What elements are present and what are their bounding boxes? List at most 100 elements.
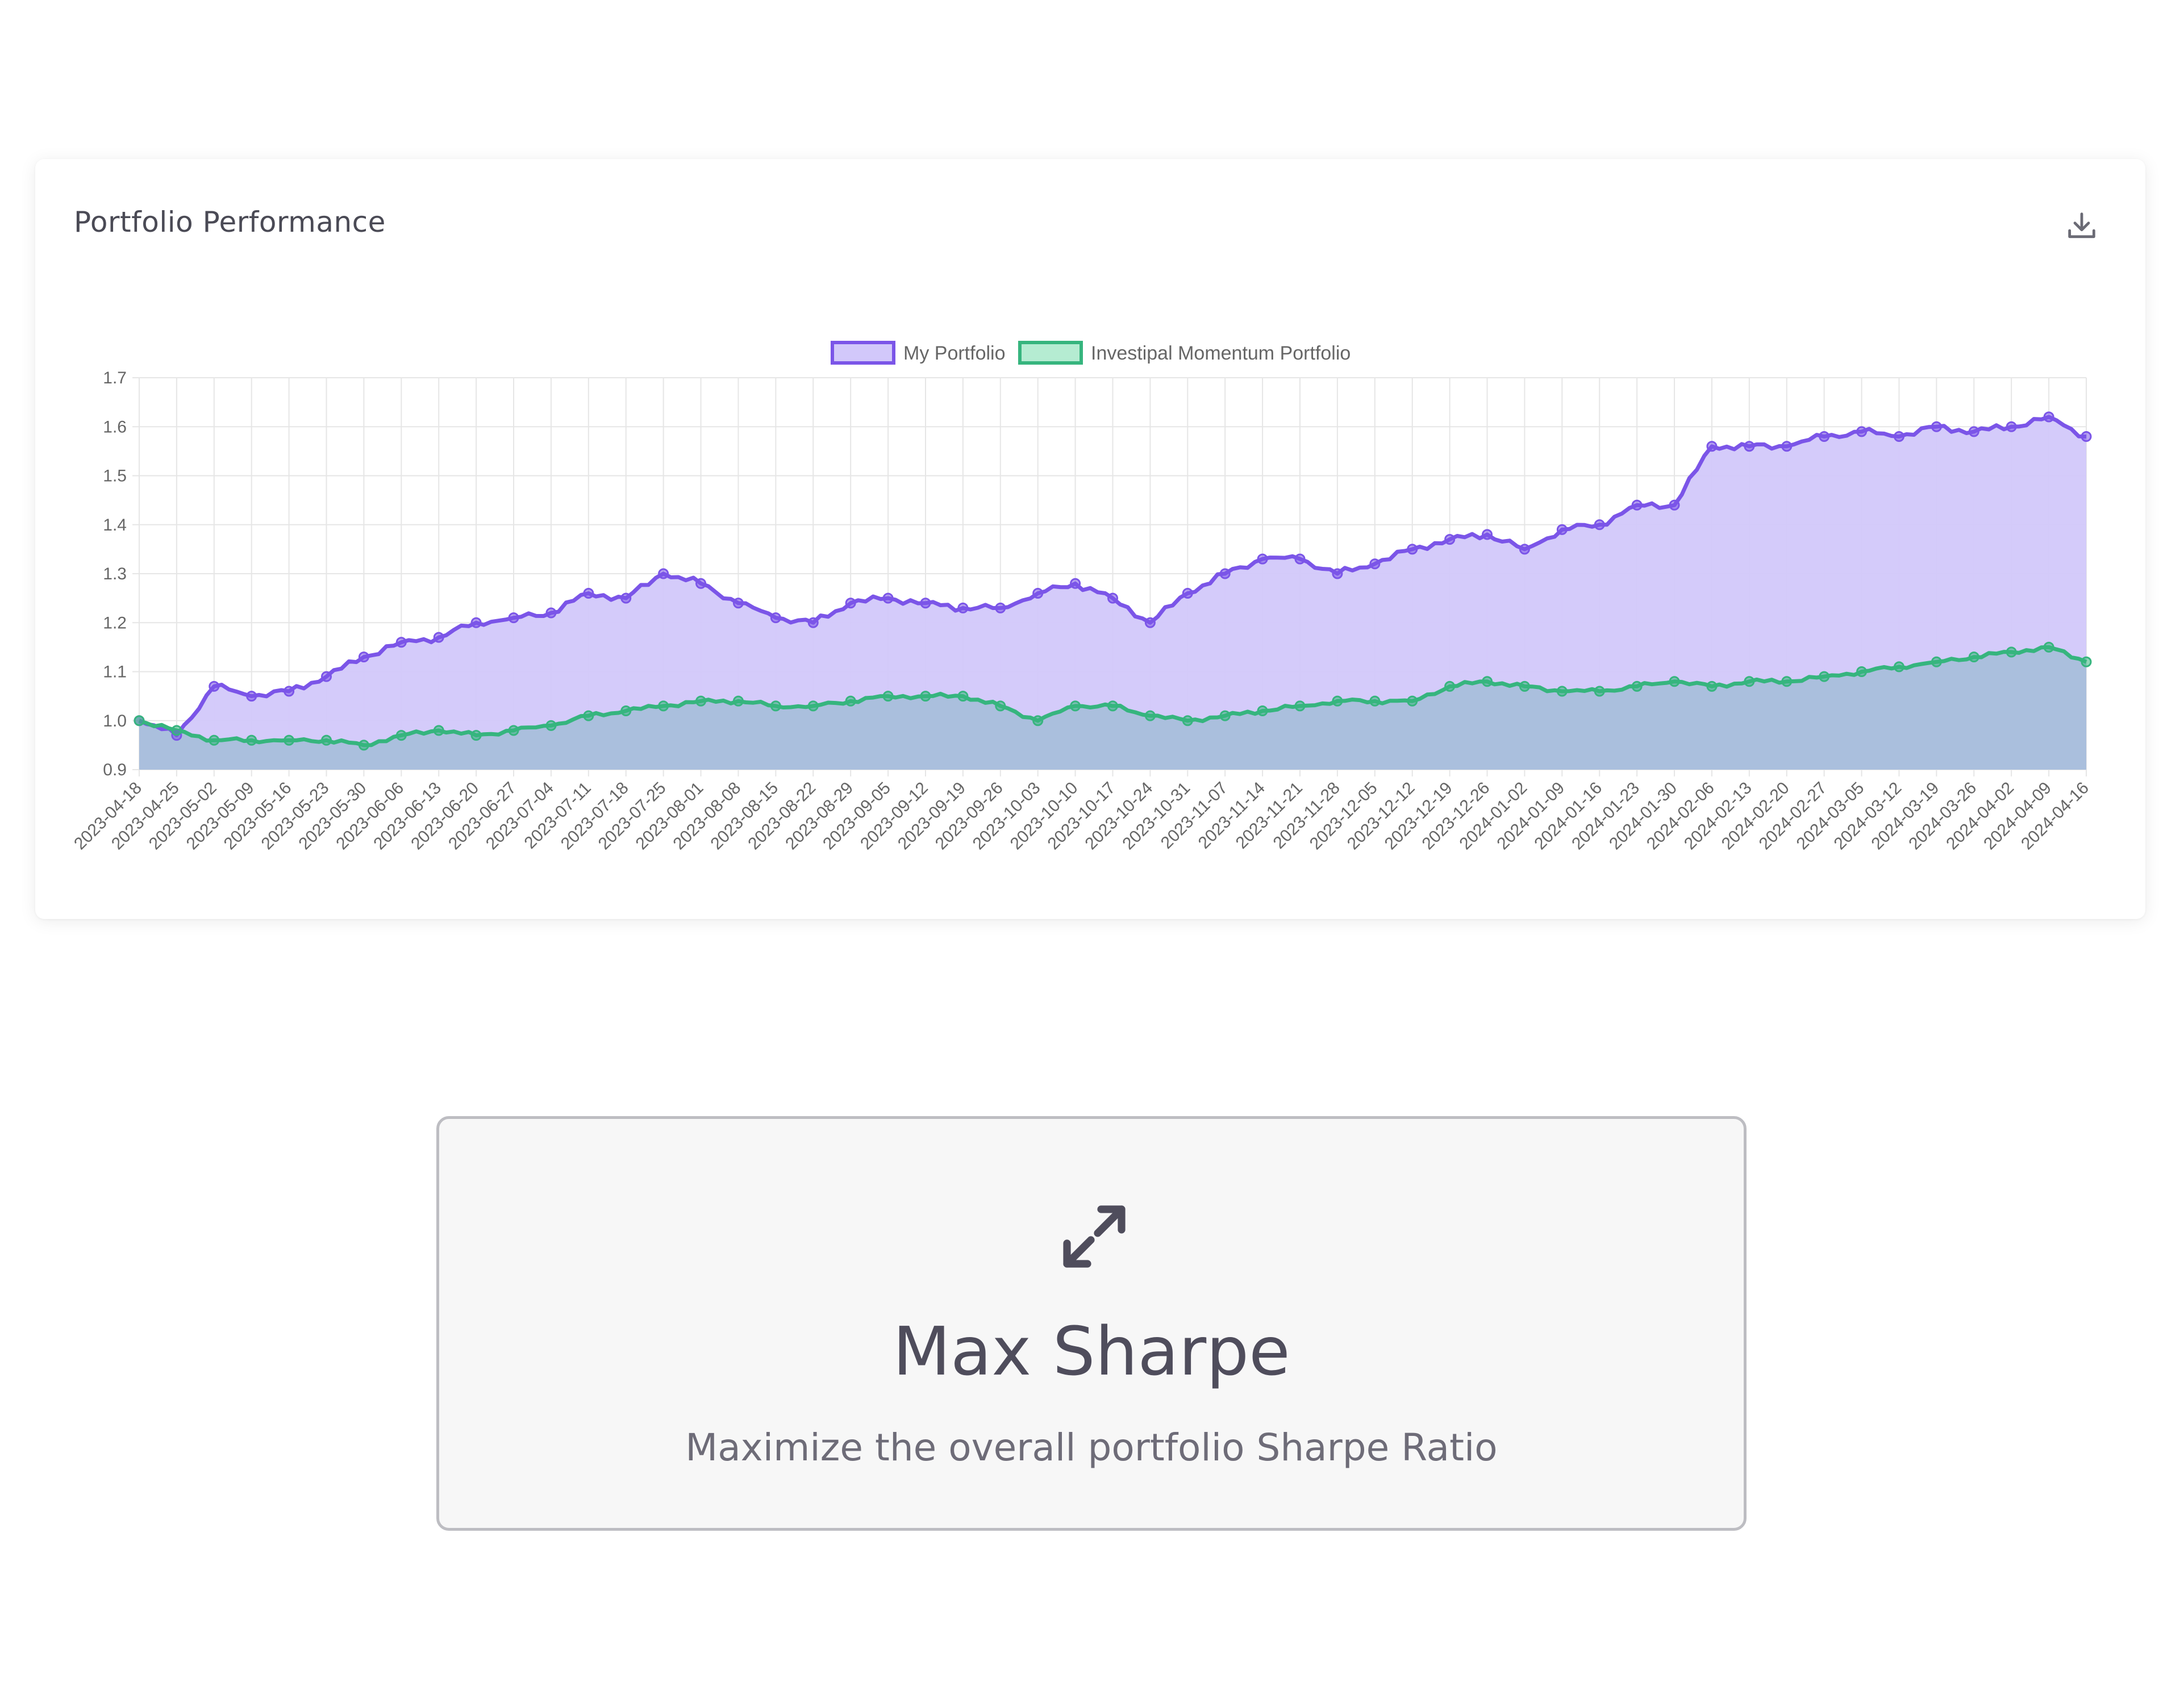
my-portfolio-point [1519,544,1530,555]
legend-momentum-portfolio[interactable]: Investipal Momentum Portfolio [1018,341,1351,365]
momentum-portfolio-point [695,695,707,707]
y-tick-label: 1.3 [103,565,127,583]
page: Portfolio Performance 1.7 1.6 1.5 1.4 1.3 1.2… [0,0,2184,1704]
momentum-portfolio-point [1781,676,1793,687]
my-portfolio-point [284,686,295,697]
my-portfolio-point [957,602,969,613]
my-portfolio-point [583,588,594,599]
my-portfolio-point [1706,441,1718,452]
y-tick-label: 1.6 [103,417,127,436]
momentum-portfolio-point [1369,695,1381,707]
expand-arrows-icon [1063,1205,1126,1268]
momentum-portfolio-point [920,691,931,702]
my-portfolio-point [1931,421,1942,432]
momentum-portfolio-point [732,695,744,707]
y-tick-label: 1.4 [103,516,127,534]
my-portfolio-point [321,671,332,682]
momentum-portfolio-point [1706,680,1718,692]
momentum-portfolio-point [433,725,444,736]
momentum-portfolio-point [1219,710,1231,721]
momentum-portfolio-point [620,705,632,716]
momentum-portfolio-point [1144,710,1156,721]
momentum-portfolio-point [1669,676,1680,687]
strategy-option-max-sharpe[interactable]: Max Sharpe Maximize the overall portfoli… [436,1116,1747,1531]
momentum-portfolio-point [995,700,1006,712]
my-portfolio-point [433,632,444,643]
my-portfolio-point [882,592,894,604]
momentum-portfolio-point [246,734,257,746]
legend-my-portfolio[interactable]: My Portfolio [831,341,1006,365]
momentum-portfolio-point [1744,676,1755,687]
momentum-portfolio-point [957,691,969,702]
my-portfolio-point [1482,529,1493,540]
my-portfolio-point [1182,588,1193,599]
my-portfolio-point [2081,431,2092,442]
momentum-portfolio-point [2006,646,2017,658]
my-portfolio-point [395,637,407,648]
my-portfolio-point [470,617,482,628]
momentum-portfolio-point [284,734,295,746]
momentum-portfolio-point [321,734,332,746]
my-portfolio-point [1744,441,1755,452]
momentum-portfolio-point [1893,661,1904,673]
my-portfolio-point [1257,553,1268,565]
momentum-portfolio-point [1856,666,1868,677]
my-portfolio-point [1594,519,1605,531]
my-portfolio-point [1819,431,1830,442]
my-portfolio-point [1444,534,1456,545]
y-tick-label: 0.9 [103,761,127,779]
my-portfolio-point [1968,426,1979,437]
momentum-portfolio-point [508,725,519,736]
momentum-portfolio-point [1107,700,1118,712]
momentum-portfolio-point [1407,695,1418,707]
momentum-portfolio-point [395,730,407,741]
my-portfolio-point [545,607,557,619]
my-portfolio-point [1219,568,1231,579]
momentum-portfolio-point [1968,651,1979,663]
my-portfolio-point [358,651,369,663]
momentum-portfolio-point [1931,656,1942,667]
momentum-portfolio-point [2081,656,2092,667]
momentum-portfolio-point [1631,680,1643,692]
momentum-portfolio-point [134,715,145,726]
my-portfolio-point [995,602,1006,613]
momentum-portfolio-point [1257,705,1268,716]
momentum-portfolio-point [209,734,220,746]
momentum-portfolio-point [545,720,557,731]
my-portfolio-point [1631,499,1643,511]
momentum-portfolio-point [1032,715,1044,726]
my-portfolio-point [2006,421,2017,432]
legend-label: My Portfolio [903,343,1006,364]
y-tick-label: 1.2 [103,613,127,632]
momentum-portfolio-point [845,695,856,707]
my-portfolio-point [845,598,856,609]
momentum-portfolio-point [1444,680,1456,692]
my-portfolio-point [508,612,519,624]
momentum-portfolio-point [358,740,369,751]
momentum-portfolio-point [1070,700,1081,712]
my-portfolio-point [1893,431,1904,442]
my-portfolio-point [1407,544,1418,555]
momentum-portfolio-point [1332,695,1343,707]
my-portfolio-point [1332,568,1343,579]
momentum-portfolio-point [1294,700,1306,712]
chart-legend[interactable]: My Portfolio Investipal Momentum Portfoli… [831,341,1351,365]
my-portfolio-point [1144,617,1156,628]
my-portfolio-point [1856,426,1868,437]
legend-swatch [831,341,895,365]
my-portfolio-point [1070,578,1081,589]
y-tick-label: 1.1 [103,663,127,682]
momentum-portfolio-point [1556,686,1568,697]
my-portfolio-point [1556,524,1568,535]
my-portfolio-point [1369,558,1381,570]
my-portfolio-point [1781,441,1793,452]
strategy-subtitle: Maximize the overall portfolio Sharpe Ra… [685,1426,1498,1469]
my-portfolio-point [209,680,220,692]
my-portfolio-point [920,598,931,609]
my-portfolio-point [732,598,744,609]
momentum-portfolio-point [1482,676,1493,687]
my-portfolio-point [1294,553,1306,565]
momentum-portfolio-point [882,691,894,702]
momentum-portfolio-point [470,730,482,741]
legend-label: Investipal Momentum Portfolio [1091,343,1351,364]
